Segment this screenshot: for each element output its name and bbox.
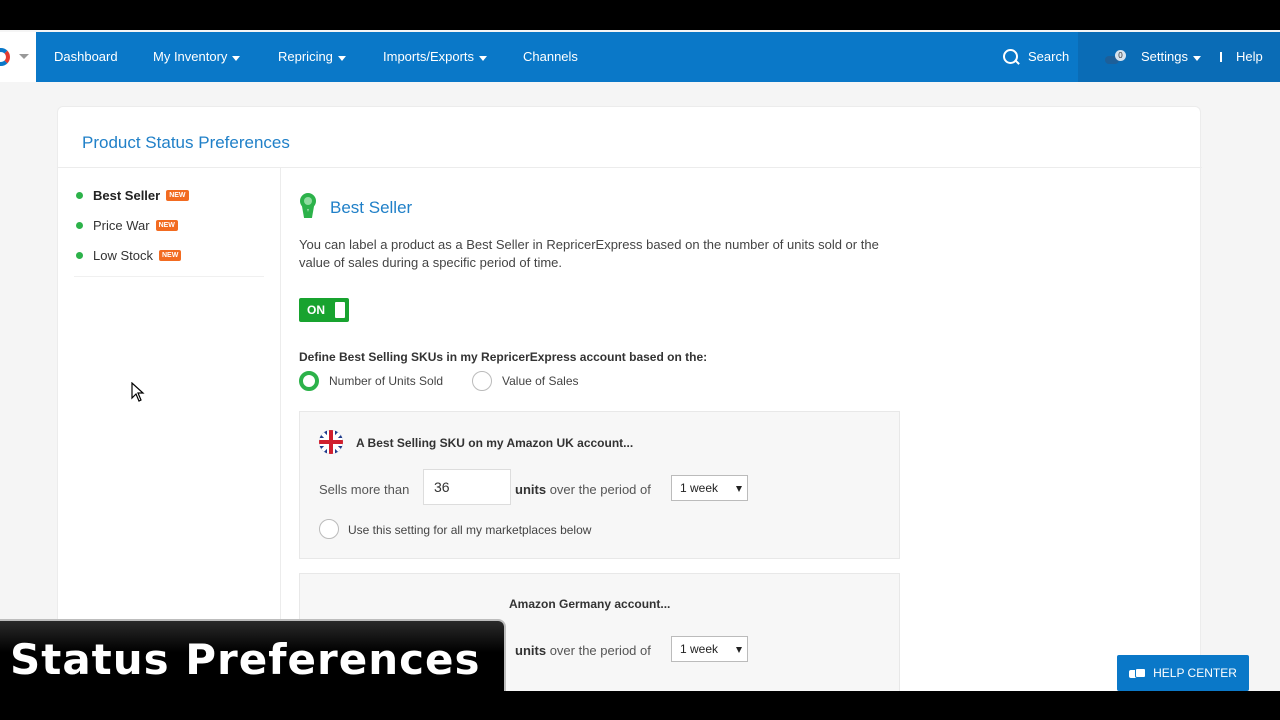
- chevron-down-icon: [19, 54, 29, 59]
- sidebar-item-label: Low Stock: [93, 247, 153, 263]
- units-label: units: [515, 482, 547, 497]
- period-select[interactable]: 1 week: [671, 475, 748, 501]
- dropdown-arrow-icon: [736, 486, 742, 492]
- top-navigation: Dashboard My Inventory Repricing Imports…: [0, 32, 1280, 82]
- units-input[interactable]: 36: [423, 469, 511, 505]
- nav-imports-exports[interactable]: Imports/Exports: [383, 32, 488, 82]
- nav-settings[interactable]: Settings: [1141, 32, 1201, 82]
- section-description: You can label a product as a Best Seller…: [299, 237, 879, 270]
- sidebar-item-price-war[interactable]: Price War NEW: [76, 216, 178, 234]
- uk-flag-icon: [319, 430, 343, 454]
- status-dot-icon: [76, 191, 83, 199]
- search-button[interactable]: Search: [1003, 32, 1069, 82]
- radio-units-sold[interactable]: [299, 371, 319, 391]
- sidebar-item-label: Best Seller: [93, 187, 161, 203]
- nav-dashboard[interactable]: Dashboard: [54, 32, 118, 82]
- status-dot-icon: [76, 221, 83, 229]
- radio-value-of-sales[interactable]: [472, 371, 492, 391]
- units-period-text: units over the period of: [515, 482, 651, 497]
- nav-help[interactable]: Help: [1236, 32, 1263, 82]
- apply-all-radio[interactable]: [319, 519, 339, 539]
- notifications-badge[interactable]: 0: [1105, 50, 1131, 66]
- nav-channels-label: Channels: [523, 49, 578, 64]
- caption-text: Status Preferences: [10, 635, 481, 684]
- toggle-label: ON: [307, 303, 325, 317]
- nav-channels[interactable]: Channels: [523, 32, 578, 82]
- caret-down-icon: [232, 55, 241, 61]
- units-period-text: units over the period of: [515, 643, 651, 658]
- notification-count: 0: [1115, 50, 1126, 61]
- toggle-knob: [335, 302, 345, 318]
- search-icon: [1003, 48, 1020, 66]
- radio-value-of-sales-label[interactable]: Value of Sales: [502, 374, 579, 388]
- status-dot-icon: [76, 251, 83, 259]
- sidebar-divider: [280, 168, 281, 691]
- sidebar-item-best-seller[interactable]: Best Seller NEW: [76, 186, 189, 204]
- nav-repricing[interactable]: Repricing: [278, 32, 346, 82]
- period-label: over the period of: [549, 643, 651, 658]
- award-ribbon-icon: [300, 193, 316, 219]
- app-logo[interactable]: [0, 32, 36, 82]
- marketplace-title: Amazon Germany account...: [509, 597, 671, 611]
- sidebar-divider: [74, 276, 264, 277]
- period-select[interactable]: 1 week: [671, 636, 748, 662]
- marketplace-box-uk: A Best Selling SKU on my Amazon UK accou…: [299, 411, 900, 559]
- logo-icon: [0, 48, 10, 66]
- nav-my-inventory[interactable]: My Inventory: [153, 32, 241, 82]
- search-label: Search: [1028, 49, 1070, 64]
- units-label: units: [515, 643, 547, 658]
- sidebar-item-label: Price War: [93, 217, 150, 233]
- nav-repricing-label: Repricing: [278, 49, 333, 64]
- help-center-button[interactable]: HELP CENTER: [1117, 655, 1249, 691]
- sells-more-than-label: Sells more than: [319, 482, 410, 497]
- sidebar-item-low-stock[interactable]: Low Stock NEW: [76, 246, 182, 264]
- caret-down-icon: [1192, 55, 1201, 61]
- caret-down-icon: [337, 55, 346, 61]
- period-select-value: 1 week: [680, 481, 719, 495]
- dropdown-arrow-icon: [736, 647, 742, 653]
- chat-icon: [1129, 667, 1147, 679]
- video-caption: Status Preferences: [0, 619, 506, 691]
- period-label: over the period of: [549, 482, 651, 497]
- nav-dashboard-label: Dashboard: [54, 49, 118, 64]
- nav-settings-label: Settings: [1141, 49, 1188, 64]
- nav-my-inventory-label: My Inventory: [153, 49, 228, 64]
- medal-circle: [300, 193, 316, 209]
- marketplace-title: A Best Selling SKU on my Amazon UK accou…: [356, 436, 634, 450]
- app-screen: Dashboard My Inventory Repricing Imports…: [0, 30, 1280, 691]
- nav-imports-exports-label: Imports/Exports: [383, 49, 475, 64]
- new-badge: NEW: [166, 189, 189, 201]
- new-badge: NEW: [155, 219, 178, 231]
- page-title: Product Status Preferences: [82, 133, 290, 152]
- radio-units-sold-label[interactable]: Number of Units Sold: [329, 374, 443, 388]
- divider: [58, 167, 1202, 168]
- apply-all-label[interactable]: Use this setting for all my marketplaces…: [348, 523, 591, 537]
- new-badge: NEW: [158, 249, 182, 261]
- caret-down-icon: [479, 55, 488, 61]
- section-title: Best Seller: [330, 198, 413, 217]
- define-label: Define Best Selling SKUs in my RepricerE…: [299, 350, 708, 364]
- preferences-card: Product Status Preferences Best Seller N…: [57, 106, 1202, 691]
- nav-separator: [1220, 52, 1222, 62]
- nav-help-label: Help: [1236, 49, 1263, 64]
- period-select-value: 1 week: [680, 642, 719, 656]
- mouse-cursor-icon: [131, 382, 145, 402]
- best-seller-toggle[interactable]: ON: [299, 298, 349, 322]
- help-center-label: HELP CENTER: [1153, 666, 1237, 680]
